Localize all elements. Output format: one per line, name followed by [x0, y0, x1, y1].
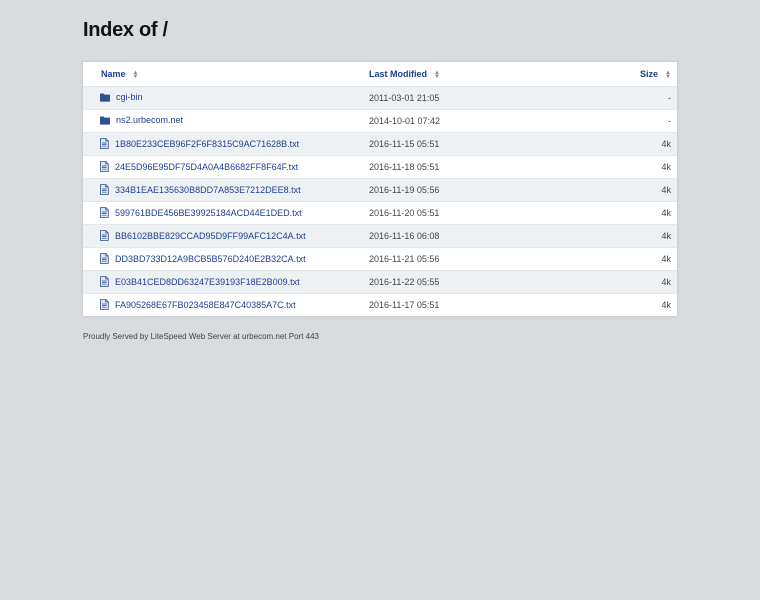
- modified-cell: 2016-11-15 05:51: [369, 132, 569, 156]
- file-link[interactable]: E03B41CED8DD63247E39193F18E2B009.txt: [115, 276, 300, 286]
- file-link[interactable]: FA905268E67FB023458E847C40385A7C.txt: [115, 299, 296, 309]
- size-cell: 4k: [569, 132, 677, 156]
- sort-by-size-link[interactable]: Size: [640, 69, 658, 79]
- file-icon: [100, 206, 109, 220]
- file-row: DD3BD733D12A9BCB5B576D240E2B32CA.txt 201…: [83, 247, 677, 271]
- file-icon: [100, 160, 109, 174]
- sort-icon[interactable]: ▲ ▼: [665, 70, 671, 80]
- folder-link[interactable]: cgi-bin: [116, 92, 143, 102]
- file-link[interactable]: 1B80E233CEB96F2F6F8315C9AC71628B.txt: [115, 138, 299, 148]
- name-cell: cgi-bin: [83, 86, 369, 110]
- column-header-size[interactable]: Size ▲ ▼: [569, 62, 677, 87]
- size-cell: 4k: [569, 178, 677, 202]
- name-cell: 334B1EAE135630B8DD7A853E7212DEE8.txt: [83, 178, 369, 202]
- folder-link[interactable]: ns2.urbecom.net: [116, 115, 183, 125]
- page-title: Index of /: [83, 19, 168, 41]
- size-cell: 4k: [569, 247, 677, 271]
- file-icon: [100, 275, 109, 289]
- server-footer: Proudly Served by LiteSpeed Web Server a…: [83, 332, 319, 341]
- size-cell: -: [569, 109, 677, 133]
- file-icon: [100, 298, 109, 312]
- size-cell: 4k: [569, 270, 677, 294]
- file-row: E03B41CED8DD63247E39193F18E2B009.txt 201…: [83, 270, 677, 294]
- sort-by-modified-link[interactable]: Last Modified: [369, 69, 427, 79]
- folder-icon: [100, 116, 110, 127]
- modified-cell: 2014-10-01 07:42: [369, 109, 569, 133]
- file-link[interactable]: DD3BD733D12A9BCB5B576D240E2B32CA.txt: [115, 253, 306, 263]
- column-header-name[interactable]: Name ▲ ▼: [83, 62, 369, 87]
- file-listing: Name ▲ ▼ Last Modified ▲ ▼ Size ▲ ▼ cgi-bin 20…: [83, 62, 677, 316]
- name-cell: 24E5D96E95DF75D4A0A4B6682FF8F64F.txt: [83, 155, 369, 179]
- file-row: 24E5D96E95DF75D4A0A4B6682FF8F64F.txt 201…: [83, 155, 677, 179]
- name-cell: ns2.urbecom.net: [83, 109, 369, 133]
- folder-row: ns2.urbecom.net 2014-10-01 07:42 -: [83, 109, 677, 133]
- name-cell: FA905268E67FB023458E847C40385A7C.txt: [83, 293, 369, 316]
- name-cell: DD3BD733D12A9BCB5B576D240E2B32CA.txt: [83, 247, 369, 271]
- modified-cell: 2016-11-20 05:51: [369, 201, 569, 225]
- sort-icon[interactable]: ▲ ▼: [434, 70, 440, 80]
- modified-cell: 2016-11-22 05:55: [369, 270, 569, 294]
- file-row: 1B80E233CEB96F2F6F8315C9AC71628B.txt 201…: [83, 132, 677, 156]
- sort-icon[interactable]: ▲ ▼: [133, 70, 139, 80]
- file-row: 599761BDE456BE39925184ACD44E1DED.txt 201…: [83, 201, 677, 225]
- file-icon: [100, 229, 109, 243]
- file-link[interactable]: 334B1EAE135630B8DD7A853E7212DEE8.txt: [115, 184, 301, 194]
- modified-cell: 2016-11-19 05:56: [369, 178, 569, 202]
- modified-cell: 2016-11-18 05:51: [369, 155, 569, 179]
- name-cell: 1B80E233CEB96F2F6F8315C9AC71628B.txt: [83, 132, 369, 156]
- column-header-last-modified[interactable]: Last Modified ▲ ▼: [369, 62, 569, 87]
- folder-icon: [100, 93, 110, 104]
- modified-cell: 2016-11-17 05:51: [369, 293, 569, 316]
- size-cell: -: [569, 86, 677, 110]
- modified-cell: 2016-11-21 05:56: [369, 247, 569, 271]
- size-cell: 4k: [569, 224, 677, 248]
- file-icon: [100, 252, 109, 266]
- sort-by-name-link[interactable]: Name: [101, 69, 126, 79]
- name-cell: E03B41CED8DD63247E39193F18E2B009.txt: [83, 270, 369, 294]
- file-icon: [100, 137, 109, 151]
- file-table: Name ▲ ▼ Last Modified ▲ ▼ Size ▲ ▼ cgi-bin 20…: [83, 62, 677, 316]
- file-link[interactable]: BB6102BBE829CCAD95D9FF99AFC12C4A.txt: [115, 230, 306, 240]
- file-link[interactable]: 24E5D96E95DF75D4A0A4B6682FF8F64F.txt: [115, 161, 298, 171]
- modified-cell: 2016-11-16 06:08: [369, 224, 569, 248]
- size-cell: 4k: [569, 201, 677, 225]
- modified-cell: 2011-03-01 21:05: [369, 86, 569, 110]
- size-cell: 4k: [569, 293, 677, 316]
- file-row: 334B1EAE135630B8DD7A853E7212DEE8.txt 201…: [83, 178, 677, 202]
- folder-row: cgi-bin 2011-03-01 21:05 -: [83, 86, 677, 110]
- table-body: cgi-bin 2011-03-01 21:05 - ns2.urbecom.n…: [83, 86, 677, 316]
- file-link[interactable]: 599761BDE456BE39925184ACD44E1DED.txt: [115, 207, 302, 217]
- table-header-row: Name ▲ ▼ Last Modified ▲ ▼ Size ▲ ▼: [83, 62, 677, 87]
- size-cell: 4k: [569, 155, 677, 179]
- file-row: FA905268E67FB023458E847C40385A7C.txt 201…: [83, 293, 677, 316]
- file-row: BB6102BBE829CCAD95D9FF99AFC12C4A.txt 201…: [83, 224, 677, 248]
- name-cell: 599761BDE456BE39925184ACD44E1DED.txt: [83, 201, 369, 225]
- file-icon: [100, 183, 109, 197]
- name-cell: BB6102BBE829CCAD95D9FF99AFC12C4A.txt: [83, 224, 369, 248]
